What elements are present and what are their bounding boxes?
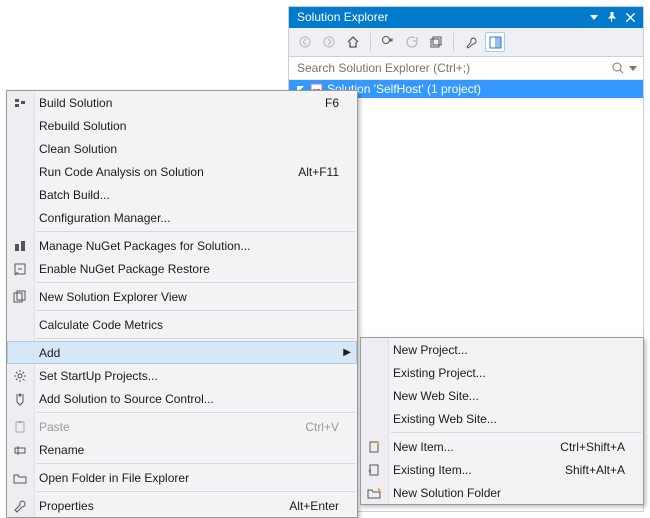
submenu-item-new-web-site[interactable]: New Web Site... xyxy=(361,384,643,407)
menu-item-label: Add Solution to Source Control... xyxy=(39,392,339,406)
gear-icon xyxy=(12,368,28,384)
menu-item-open-folder-in-file-explorer[interactable]: Open Folder in File Explorer xyxy=(7,466,357,489)
solution-search[interactable] xyxy=(289,57,643,80)
menu-item-label: Calculate Code Metrics xyxy=(39,318,339,332)
menu-separator xyxy=(37,412,355,413)
menu-item-calculate-code-metrics[interactable]: Calculate Code Metrics xyxy=(7,313,357,336)
menu-item-add-solution-to-source-control[interactable]: Add Solution to Source Control... xyxy=(7,387,357,410)
menu-item-build-solution[interactable]: Build Solution F6 xyxy=(7,91,357,114)
existing-item-icon xyxy=(366,462,382,478)
properties-toolbar-icon[interactable] xyxy=(461,32,481,52)
restore-icon xyxy=(12,261,28,277)
menu-item-label: Open Folder in File Explorer xyxy=(39,471,339,485)
menu-item-manage-nuget-packages-for-solution[interactable]: Manage NuGet Packages for Solution... xyxy=(7,234,357,257)
menu-item-label: Configuration Manager... xyxy=(39,211,339,225)
menu-item-add[interactable]: Add ▶ xyxy=(7,341,357,364)
menu-item-label: New Web Site... xyxy=(393,389,625,403)
solution-explorer-toolbar xyxy=(289,28,643,57)
menu-item-shortcut: Shift+Alt+A xyxy=(565,463,625,477)
menu-item-new-solution-explorer-view[interactable]: New Solution Explorer View xyxy=(7,285,357,308)
menu-item-label: Manage NuGet Packages for Solution... xyxy=(39,239,339,253)
menu-item-label: New Project... xyxy=(393,343,625,357)
submenu-arrow-icon: ▶ xyxy=(343,347,351,358)
pin-icon[interactable] xyxy=(605,10,619,24)
forward-icon[interactable] xyxy=(319,32,339,52)
menu-separator xyxy=(37,491,355,492)
menu-item-label: Existing Item... xyxy=(393,463,555,477)
menu-item-paste: Paste Ctrl+V xyxy=(7,415,357,438)
build-icon xyxy=(12,95,28,111)
preview-icon[interactable] xyxy=(485,32,505,52)
new-item-icon xyxy=(366,439,382,455)
refresh-scope-icon[interactable] xyxy=(378,32,398,52)
properties-icon xyxy=(12,498,28,514)
menu-item-shortcut: Ctrl+V xyxy=(305,420,339,434)
menu-separator xyxy=(37,282,355,283)
menu-item-batch-build[interactable]: Batch Build... xyxy=(7,183,357,206)
search-dropdown-icon[interactable] xyxy=(629,64,637,72)
menu-item-label: Run Code Analysis on Solution xyxy=(39,165,288,179)
menu-separator xyxy=(37,231,355,232)
search-glass-icon[interactable] xyxy=(611,61,625,75)
paste-icon xyxy=(12,419,28,435)
submenu-item-new-project[interactable]: New Project... xyxy=(361,338,643,361)
menu-separator xyxy=(37,310,355,311)
folder-open-icon xyxy=(12,470,28,486)
menu-item-label: Properties xyxy=(39,499,279,513)
menu-item-label: Existing Project... xyxy=(393,366,625,380)
menu-item-shortcut: Alt+F11 xyxy=(298,165,339,179)
menu-item-label: Set StartUp Projects... xyxy=(39,369,339,383)
menu-item-label: Enable NuGet Package Restore xyxy=(39,262,339,276)
menu-item-rebuild-solution[interactable]: Rebuild Solution xyxy=(7,114,357,137)
menu-item-label: Rename xyxy=(39,443,339,457)
menu-item-label: Add xyxy=(39,346,339,360)
solution-explorer-titlebar: Solution Explorer xyxy=(289,7,643,28)
menu-item-enable-nuget-package-restore[interactable]: Enable NuGet Package Restore xyxy=(7,257,357,280)
submenu-item-new-solution-folder[interactable]: New Solution Folder xyxy=(361,481,643,504)
menu-item-label: Paste xyxy=(39,420,295,434)
menu-separator xyxy=(391,432,641,433)
menu-item-clean-solution[interactable]: Clean Solution xyxy=(7,137,357,160)
menu-item-label: Build Solution xyxy=(39,96,315,110)
dropdown-icon[interactable] xyxy=(587,10,601,24)
submenu-item-existing-item[interactable]: Existing Item... Shift+Alt+A xyxy=(361,458,643,481)
menu-item-shortcut: Alt+Enter xyxy=(289,499,339,513)
menu-item-configuration-manager[interactable]: Configuration Manager... xyxy=(7,206,357,229)
source-control-icon xyxy=(12,391,28,407)
menu-item-label: Rebuild Solution xyxy=(39,119,339,133)
menu-item-rename[interactable]: Rename xyxy=(7,438,357,461)
menu-item-label: Batch Build... xyxy=(39,188,339,202)
solution-search-input[interactable] xyxy=(295,60,611,76)
menu-item-properties[interactable]: Properties Alt+Enter xyxy=(7,494,357,517)
new-folder-icon xyxy=(366,485,382,501)
home-icon[interactable] xyxy=(343,32,363,52)
solution-context-menu: Build Solution F6 Rebuild Solution Clean So… xyxy=(6,90,358,518)
solution-explorer-title: Solution Explorer xyxy=(297,10,388,24)
menu-item-label: New Solution Explorer View xyxy=(39,290,339,304)
submenu-item-existing-web-site[interactable]: Existing Web Site... xyxy=(361,407,643,430)
menu-item-run-code-analysis-on-solution[interactable]: Run Code Analysis on Solution Alt+F11 xyxy=(7,160,357,183)
nuget-icon xyxy=(12,238,28,254)
submenu-item-new-item[interactable]: New Item... Ctrl+Shift+A xyxy=(361,435,643,458)
menu-item-shortcut: Ctrl+Shift+A xyxy=(560,440,625,454)
menu-item-set-startup-projects[interactable]: Set StartUp Projects... xyxy=(7,364,357,387)
new-view-icon xyxy=(12,289,28,305)
menu-item-label: Existing Web Site... xyxy=(393,412,625,426)
collapse-all-icon[interactable] xyxy=(426,32,446,52)
menu-item-label: Clean Solution xyxy=(39,142,339,156)
add-submenu: New Project... Existing Project... New Web… xyxy=(360,337,644,505)
menu-separator xyxy=(37,463,355,464)
close-icon[interactable] xyxy=(623,10,637,24)
menu-item-label: New Solution Folder xyxy=(393,486,625,500)
menu-item-shortcut: F6 xyxy=(325,96,339,110)
refresh-icon[interactable] xyxy=(402,32,422,52)
submenu-item-existing-project[interactable]: Existing Project... xyxy=(361,361,643,384)
menu-item-label: New Item... xyxy=(393,440,550,454)
menu-separator xyxy=(37,338,355,339)
back-icon[interactable] xyxy=(295,32,315,52)
rename-icon xyxy=(12,442,28,458)
